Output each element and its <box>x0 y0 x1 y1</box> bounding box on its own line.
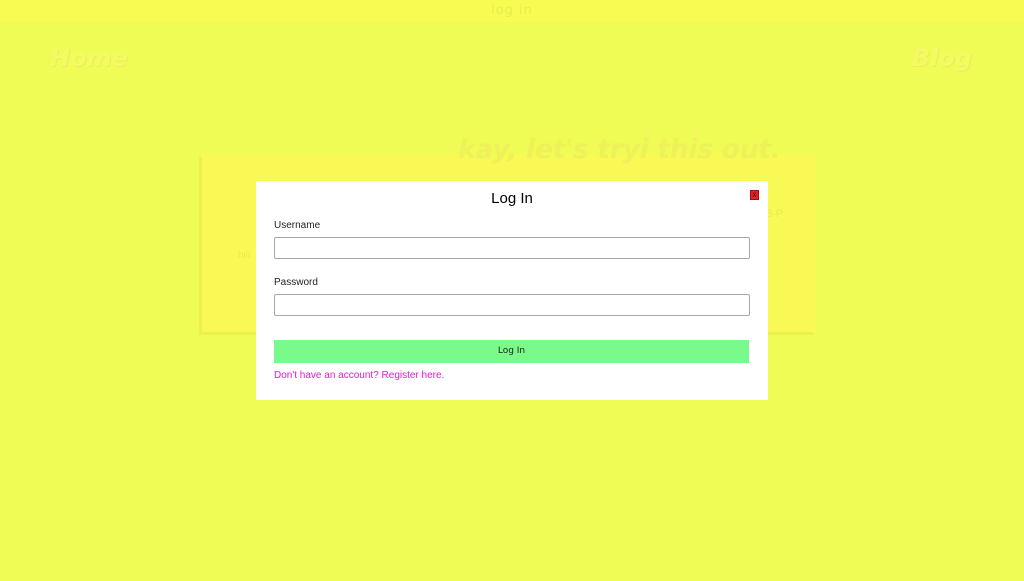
login-submit-button[interactable]: Log In <box>274 340 749 363</box>
username-label: Username <box>274 220 321 231</box>
close-button[interactable]: x <box>750 190 759 200</box>
password-label: Password <box>274 277 318 288</box>
register-link[interactable]: Don't have an account? Register here. <box>274 370 444 381</box>
username-input[interactable] <box>274 237 750 259</box>
password-input[interactable] <box>274 294 750 316</box>
login-modal: Log In x Username Password Log In Don't … <box>256 181 768 400</box>
modal-title: Log In <box>491 190 533 207</box>
